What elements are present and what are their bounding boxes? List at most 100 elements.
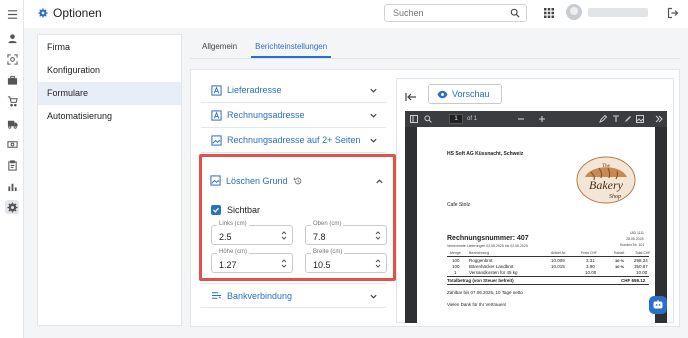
- section-header-loeschen-grund[interactable]: Löschen Grund: [210, 175, 303, 186]
- nav-item-firma[interactable]: Firma: [38, 36, 181, 59]
- table-rule: [447, 276, 649, 277]
- chevron-down-icon[interactable]: [369, 292, 378, 301]
- row-2-desc: Bärenhäcker Landbrot: [469, 264, 514, 269]
- breite-field[interactable]: Breite (cm) 10.5: [305, 249, 387, 273]
- image-field-icon: [211, 134, 222, 146]
- nav-item-automatisierung[interactable]: Automatisierung: [38, 105, 181, 128]
- chevron-down-icon[interactable]: [369, 86, 378, 95]
- search-input[interactable]: [385, 5, 495, 21]
- links-field[interactable]: Links (cm) 2.5: [211, 221, 293, 245]
- stepper-icon[interactable]: [281, 258, 287, 269]
- invoice-date: 28.05.2025: [626, 237, 644, 241]
- nav-item-konfiguration[interactable]: Konfiguration: [38, 59, 181, 82]
- tab-bar: Allgemein Berichteinstellungen: [198, 34, 341, 58]
- text-field-icon: [211, 84, 222, 96]
- clipboard-icon[interactable]: [5, 158, 19, 172]
- zoom-out-icon[interactable]: [517, 115, 525, 123]
- loeschen-grund-section: Löschen Grund Sichtbar Links (cm) 2.5 Ob…: [199, 154, 396, 281]
- briefcase-icon[interactable]: [5, 73, 19, 87]
- chevron-down-icon[interactable]: [369, 136, 378, 145]
- chevron-up-icon[interactable]: [375, 177, 384, 186]
- page-title-wrap: Optionen: [38, 6, 102, 20]
- row-1-price: 3.31: [586, 258, 595, 263]
- search-box[interactable]: [384, 4, 527, 22]
- icon-rail: [0, 0, 24, 338]
- zoom-in-icon[interactable]: [538, 115, 546, 123]
- section-bankverbindung[interactable]: Bankverbindung: [201, 283, 386, 308]
- page-title: Optionen: [53, 6, 102, 20]
- tab-allgemein[interactable]: Allgemein: [198, 34, 241, 58]
- pen-icon[interactable]: [624, 115, 632, 123]
- nav-item-formulare[interactable]: Formulare: [38, 82, 181, 105]
- oben-label: Oben (cm): [311, 221, 344, 227]
- section-label: Lieferadresse: [227, 85, 282, 95]
- page-count: of 1: [467, 116, 478, 122]
- history-reset-icon[interactable]: [293, 176, 303, 186]
- sichtbar-label: Sichtbar: [227, 205, 261, 215]
- hoehe-field[interactable]: Höhe (cm) 1.27: [211, 249, 293, 273]
- sidebar-toggle-icon[interactable]: [410, 115, 418, 123]
- section-list-lower: Bankverbindung: [201, 283, 386, 308]
- apps-grid-icon[interactable]: [544, 8, 554, 18]
- col-header-rabatt: Rabatt: [614, 251, 625, 255]
- gear-icon[interactable]: [5, 200, 19, 214]
- check-icon: [213, 207, 219, 213]
- row-3-desc: Versandkosten für 45 kg: [469, 270, 518, 275]
- col-header-menge: Menge: [450, 251, 461, 255]
- logout-icon[interactable]: [667, 7, 679, 19]
- oben-field[interactable]: Oben (cm) 7.8: [305, 221, 387, 245]
- draw-icon[interactable]: [599, 115, 607, 123]
- stepper-icon[interactable]: [375, 258, 381, 269]
- oben-value: 7.8: [313, 232, 326, 242]
- section-label: Bankverbindung: [227, 290, 293, 301]
- cart-icon[interactable]: [5, 94, 19, 108]
- section-lieferadresse[interactable]: Lieferadresse: [201, 78, 386, 103]
- avatar[interactable]: [566, 4, 582, 20]
- chevron-down-icon[interactable]: [369, 111, 378, 120]
- invoice-title: Rechnungsnummer: 407: [447, 235, 529, 242]
- section-rechnungsadresse[interactable]: Rechnungsadresse: [201, 103, 386, 128]
- row-2-qty: 100: [452, 264, 460, 269]
- col-header-total: Total CHF: [635, 251, 651, 255]
- invoice-dates: Verrechnete Lieferungen 02.05.2025 bis 0…: [447, 244, 528, 248]
- hoehe-value: 1.27: [219, 260, 237, 270]
- row-2-price: 3.90: [586, 264, 595, 269]
- sichtbar-checkbox[interactable]: Sichtbar: [211, 205, 260, 215]
- tab-divider: [190, 58, 680, 59]
- user-icon[interactable]: [5, 31, 19, 45]
- more-tools-icon[interactable]: [655, 115, 663, 123]
- scan-icon[interactable]: [5, 52, 19, 66]
- section-rechnungsadresse-2[interactable]: Rechnungsadresse auf 2+ Seiten: [201, 128, 386, 153]
- stepper-icon[interactable]: [375, 230, 381, 241]
- image-icon[interactable]: [636, 115, 644, 123]
- row-1-total: 298.24: [634, 258, 648, 263]
- checkbox-checked[interactable]: [211, 205, 221, 215]
- preview-button[interactable]: Vorschau: [428, 84, 502, 104]
- username-redacted: [588, 8, 648, 17]
- image-field-icon: [210, 175, 221, 186]
- money-icon[interactable]: [5, 137, 19, 151]
- row-1-art: 10.009: [551, 258, 565, 263]
- logo-text-the: The: [602, 164, 611, 169]
- row-3-total: 10.00: [636, 270, 648, 275]
- payment-note: Zahlbar bis 07.06.2025, 10 Tage netto: [447, 290, 523, 295]
- help-chat-button[interactable]: [649, 296, 667, 314]
- page-number-input[interactable]: 1: [449, 114, 463, 124]
- truck-icon[interactable]: [5, 116, 19, 130]
- chart-icon[interactable]: [5, 179, 19, 193]
- search-icon[interactable]: [510, 8, 520, 18]
- breite-value: 10.5: [313, 260, 331, 270]
- text-icon[interactable]: [612, 115, 620, 123]
- links-value: 2.5: [219, 232, 232, 242]
- col-header-artikel: Artikel-Nr.: [551, 251, 567, 255]
- section-label: Löschen Grund: [226, 175, 288, 186]
- company-line: HS Soft AG Küssnacht, Schweiz: [447, 151, 524, 157]
- tab-berichteinstellungen[interactable]: Berichteinstellungen: [251, 34, 332, 58]
- table-rule: [447, 256, 649, 257]
- menu-icon[interactable]: [5, 7, 19, 21]
- search-icon[interactable]: [424, 115, 432, 123]
- logo-text-shop: Shop: [609, 194, 621, 200]
- stepper-icon[interactable]: [281, 230, 287, 241]
- collapse-arrow-icon[interactable]: [405, 92, 417, 102]
- links-label: Links (cm): [217, 221, 249, 227]
